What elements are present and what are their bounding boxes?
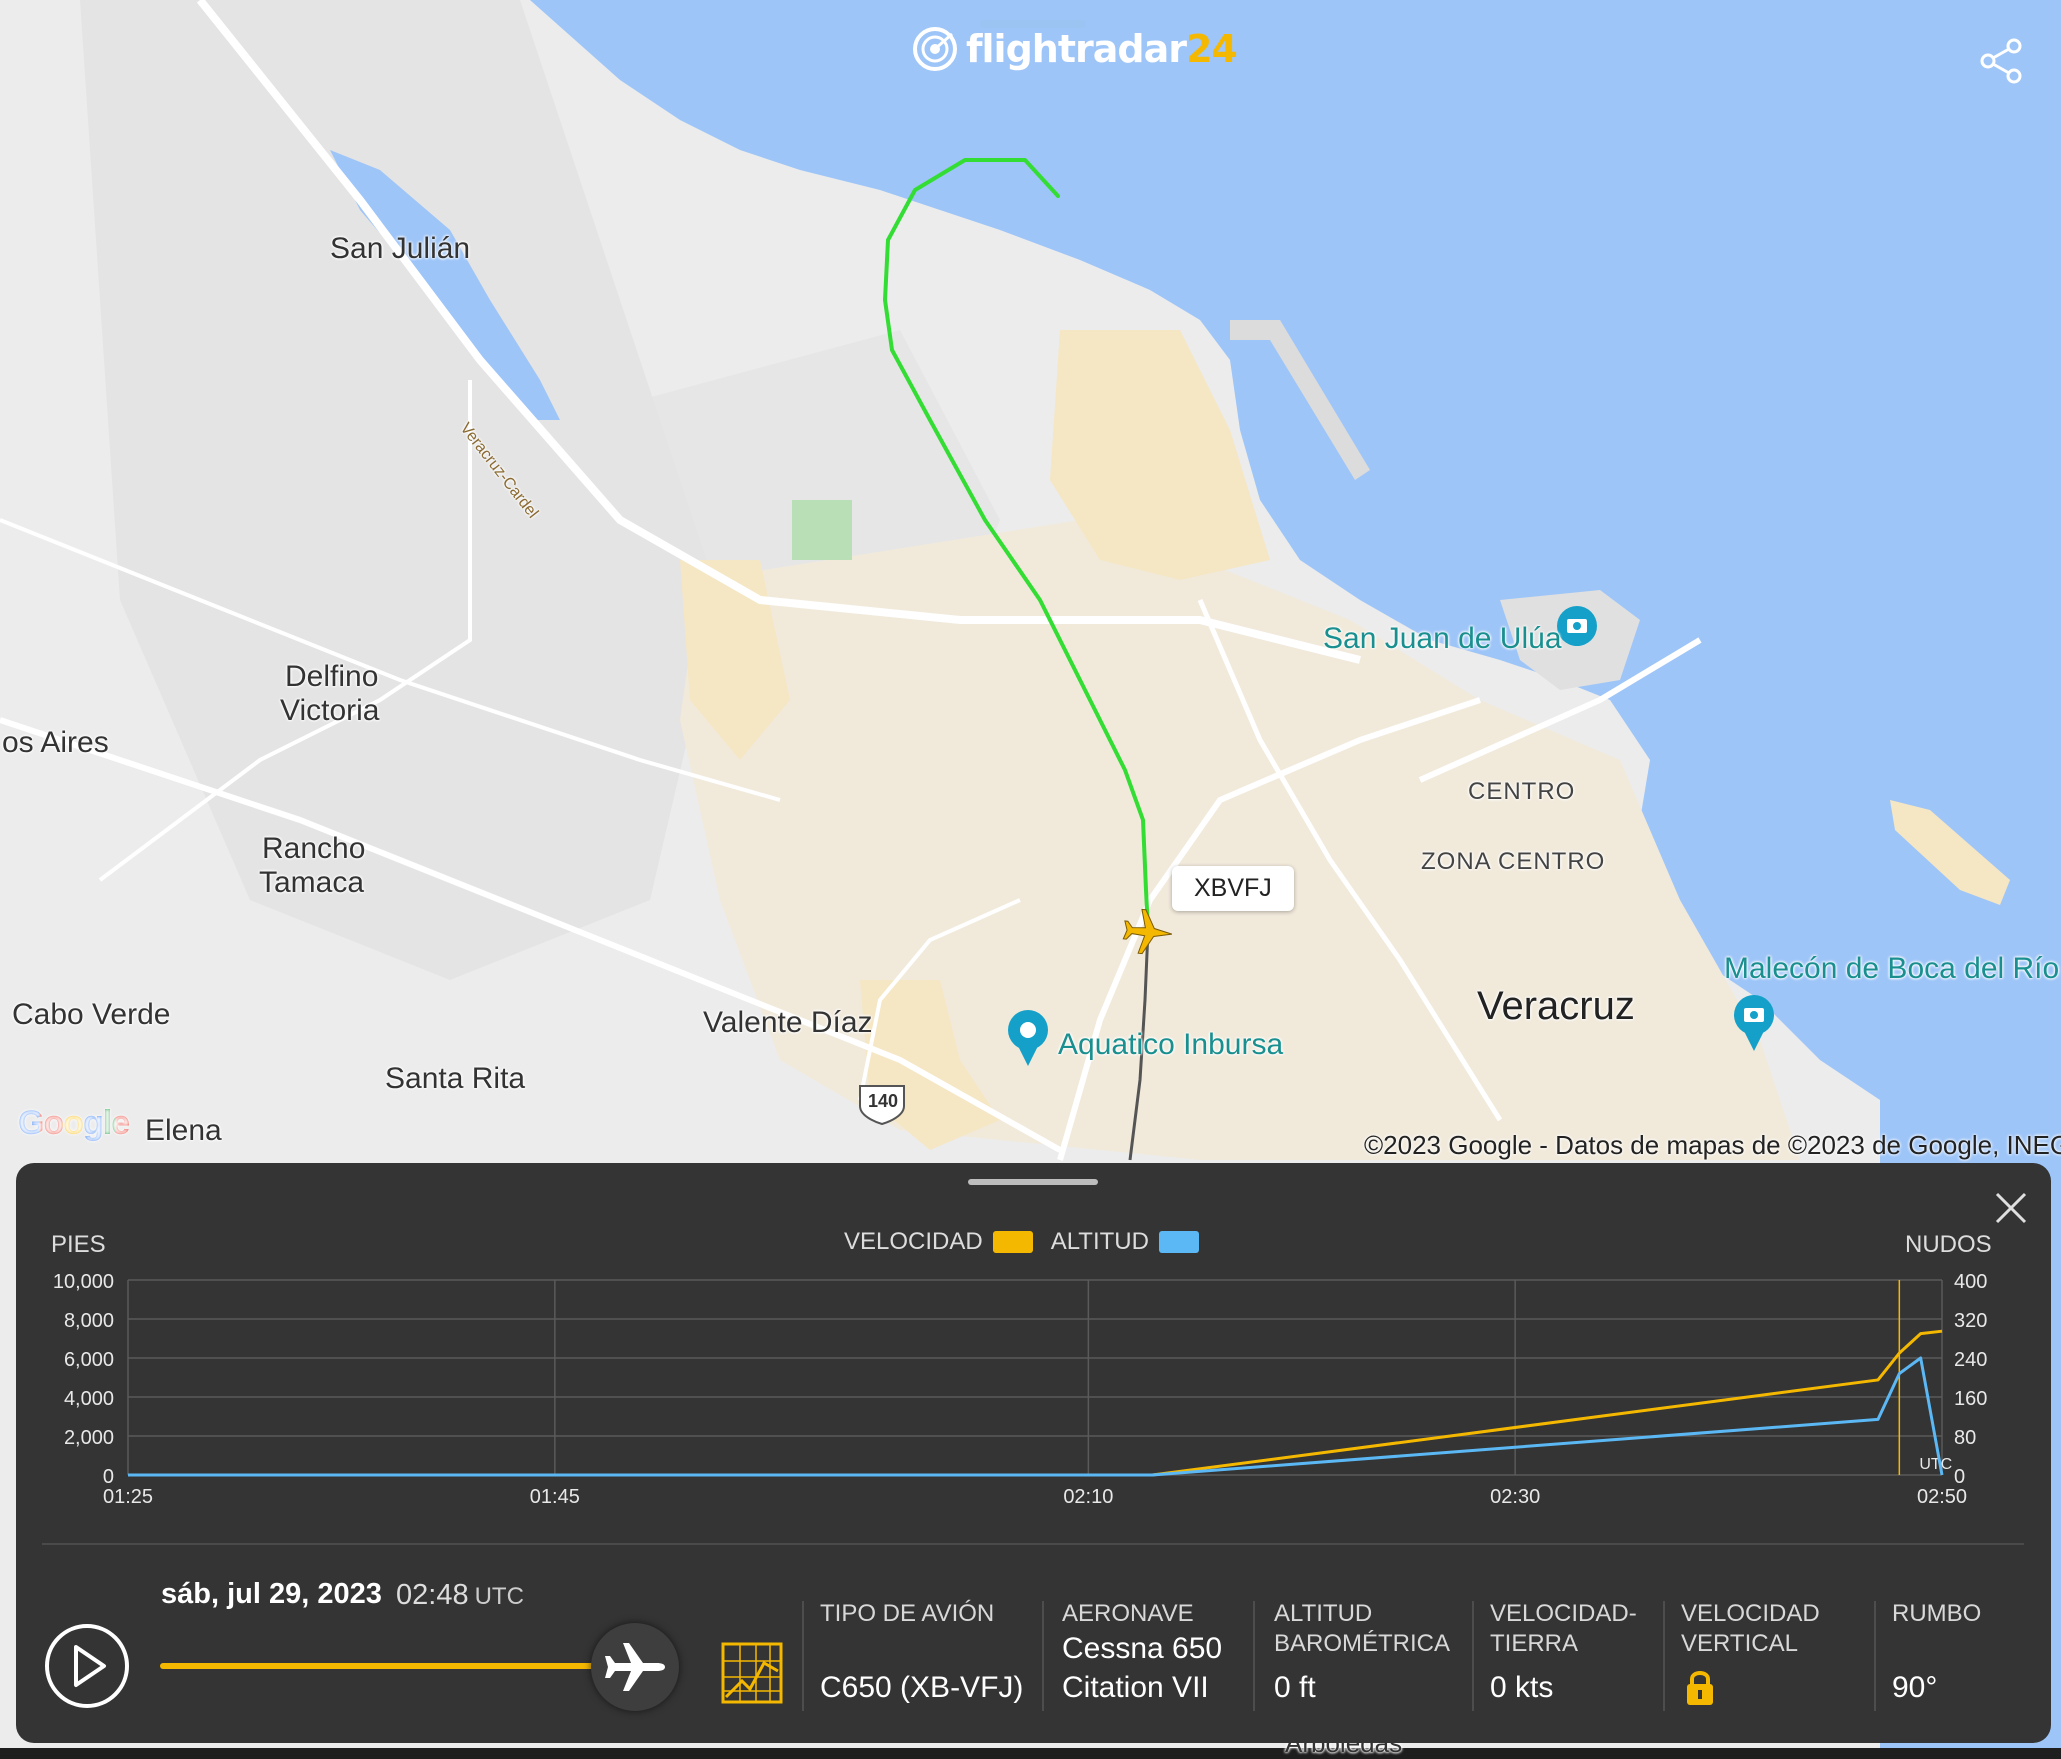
- baro-altitude-value: 0 ft: [1274, 1671, 1316, 1704]
- info-separator: [1874, 1601, 1876, 1711]
- map-label-centro: CENTRO: [1468, 778, 1576, 805]
- x-axis-tick-label: 01:45: [530, 1486, 580, 1508]
- playback-slider-thumb[interactable]: [591, 1623, 679, 1711]
- playback-time-value: 02:48: [396, 1579, 469, 1611]
- info-separator: [802, 1601, 804, 1711]
- aircraft-label: AERONAVE: [1062, 1600, 1194, 1627]
- right-axis-tick-label: 240: [1954, 1349, 1987, 1371]
- google-logo: Google: [18, 1104, 130, 1143]
- brand-name-text: flightradar: [966, 27, 1187, 71]
- right-axis-tick-label: 80: [1954, 1427, 1976, 1449]
- heading-label: RUMBO: [1892, 1600, 1982, 1627]
- map-park: [792, 500, 852, 560]
- map-label-san-julian: San Julián: [330, 232, 471, 265]
- map-label-rancho: Rancho: [262, 832, 366, 865]
- flight-playback-panel: PIES NUDOS VELOCIDAD ALTITUD 10,000 400 8,…: [16, 1163, 2051, 1743]
- map-label-delfino: Delfino: [285, 660, 379, 693]
- right-axis-tick-label: 320: [1954, 1310, 1987, 1332]
- aircraft-type-label: TIPO DE AVIÓN: [820, 1600, 995, 1627]
- lock-icon[interactable]: [1685, 1669, 1715, 1707]
- playback-slider-track[interactable]: [160, 1663, 645, 1669]
- camera-pin-icon[interactable]: [1557, 606, 1597, 646]
- map-label-aquatico-inbursa[interactable]: Aquatico Inbursa: [1058, 1028, 1283, 1062]
- panel-divider: [42, 1543, 2024, 1545]
- x-axis-tick-label: 01:25: [103, 1486, 153, 1508]
- map-label-san-juan-ulua[interactable]: San Juan de Ulúa: [1323, 622, 1562, 656]
- speed-altitude-chart[interactable]: 10,000 400 8,000 320 6,000 240 4,000 160 2,000 80…: [16, 1163, 2051, 1523]
- brand-number: 24: [1185, 27, 1238, 71]
- heading-value: 90°: [1892, 1671, 1938, 1704]
- airplane-icon: [605, 1643, 665, 1691]
- map-label-elena: Elena: [145, 1114, 222, 1147]
- utc-tag: UTC: [1919, 1456, 1952, 1473]
- left-axis-tick-label: 4,000: [64, 1388, 114, 1410]
- map-label-veracruz: Veracruz: [1477, 984, 1635, 1028]
- map-label-cabo-verde: Cabo Verde: [12, 998, 171, 1031]
- left-axis-tick-label: 6,000: [64, 1349, 114, 1371]
- left-axis-tick-label: 10,000: [53, 1271, 114, 1293]
- baro-altitude-label-line1: ALTITUD: [1274, 1600, 1373, 1627]
- share-icon[interactable]: [1976, 36, 2026, 86]
- info-separator: [1253, 1601, 1255, 1711]
- aircraft-type-value: C650 (XB-VFJ): [820, 1671, 1024, 1704]
- right-axis-tick-label: 160: [1954, 1388, 1987, 1410]
- map-attribution: ©2023 Google - Datos de mapas de ©2023 d…: [1364, 1130, 2061, 1160]
- playback-date: sáb, jul 29, 2023: [161, 1578, 382, 1610]
- graph-toggle-icon[interactable]: [720, 1641, 784, 1705]
- x-axis-tick-label: 02:30: [1490, 1486, 1540, 1508]
- vertical-speed-label-line2: VERTICAL: [1681, 1630, 1798, 1657]
- left-axis-tick-label: 0: [103, 1466, 114, 1488]
- playback-time-zone: UTC: [474, 1583, 524, 1610]
- info-separator: [1663, 1601, 1665, 1711]
- right-axis-tick-label: 400: [1954, 1271, 1987, 1293]
- map-label-route-140: 140: [868, 1091, 899, 1111]
- x-axis-tick-label: 02:10: [1063, 1486, 1113, 1508]
- radar-logo-icon: [913, 27, 957, 71]
- map-label-santa-rita: Santa Rita: [385, 1062, 526, 1095]
- info-separator: [1472, 1601, 1474, 1711]
- app-brand: flightradar24: [912, 26, 1238, 72]
- baro-altitude-label-line2: BAROMÉTRICA: [1274, 1630, 1451, 1657]
- map-label-malecon[interactable]: Malecón de Boca del Río: [1724, 952, 2059, 986]
- aircraft-callsign-tag[interactable]: XBVFJ: [1172, 866, 1294, 911]
- ground-speed-value: 0 kts: [1490, 1671, 1554, 1704]
- aircraft-value-line1: Cessna 650: [1062, 1632, 1223, 1665]
- brand-name: flightradar24: [966, 27, 1238, 71]
- aircraft-value-line2: Citation VII: [1062, 1671, 1209, 1704]
- info-separator: [1042, 1601, 1044, 1711]
- map-label-tamaca: Tamaca: [259, 866, 365, 899]
- ground-speed-label-line2: TIERRA: [1490, 1630, 1579, 1657]
- vertical-speed-label-line1: VELOCIDAD: [1681, 1600, 1820, 1627]
- map-label-valente-diaz: Valente Díaz: [703, 1006, 873, 1039]
- google-logo-text: Google: [18, 1104, 130, 1142]
- left-axis-tick-label: 8,000: [64, 1310, 114, 1332]
- map-label-os-aires: os Aires: [2, 726, 109, 759]
- left-axis-tick-label: 2,000: [64, 1427, 114, 1449]
- ground-speed-label-line1: VELOCIDAD-: [1490, 1600, 1637, 1627]
- altitude-series-line: [128, 1356, 1944, 1477]
- x-axis-tick-label: 02:50: [1917, 1486, 1967, 1508]
- playback-time: 02:48 UTC: [396, 1579, 524, 1612]
- map-label-zona-centro: ZONA CENTRO: [1421, 848, 1606, 875]
- right-axis-tick-label: 0: [1954, 1466, 1965, 1488]
- play-button[interactable]: [42, 1621, 132, 1711]
- map-label-victoria: Victoria: [280, 694, 380, 727]
- speed-series-line: [128, 1329, 1943, 1477]
